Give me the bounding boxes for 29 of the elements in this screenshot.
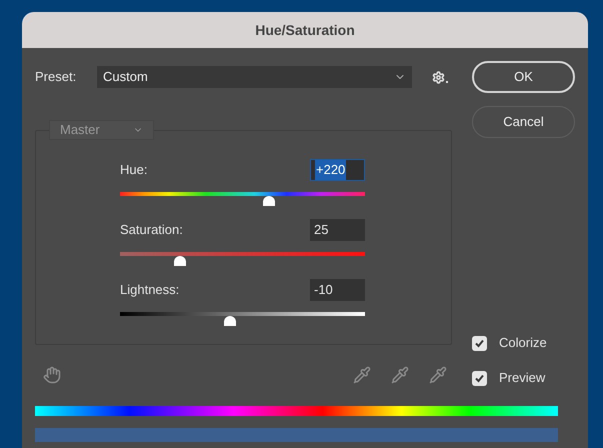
eyedropper-icon[interactable] <box>353 366 371 384</box>
preset-value: Custom <box>103 68 148 86</box>
window-title: Hue/Saturation <box>255 20 355 40</box>
slider-thumb[interactable] <box>224 316 236 326</box>
checkbox-label: Colorize <box>499 334 547 352</box>
value-text: 25 <box>314 221 328 240</box>
checkbox[interactable] <box>472 336 487 350</box>
value-field[interactable]: -10 <box>310 279 365 301</box>
slider-thumb[interactable] <box>263 196 276 206</box>
value-text: +220 <box>315 160 346 180</box>
checkmark-icon <box>474 372 485 384</box>
slider-label: Hue: <box>120 161 148 180</box>
value-text: -10 <box>314 281 333 300</box>
checkmark-icon <box>474 338 485 348</box>
slider-thumb[interactable] <box>174 256 186 266</box>
preset-label: Preset: <box>35 68 78 86</box>
dialog-button[interactable]: OK <box>472 61 575 93</box>
hand-icon[interactable] <box>43 366 61 384</box>
preset-dropdown[interactable]: Custom <box>97 66 412 88</box>
value-field[interactable]: 25 <box>310 219 365 241</box>
slider-label: Lightness: <box>120 281 180 300</box>
checkbox-label: Preview <box>499 369 546 388</box>
value-field[interactable]: +220 <box>310 159 365 181</box>
eyedropper-plus-icon[interactable] <box>391 366 409 384</box>
settings-icon[interactable] <box>432 70 448 84</box>
dialog-button[interactable]: Cancel <box>472 106 575 138</box>
slider-label: Saturation: <box>120 221 183 240</box>
eyedropper-minus-icon[interactable] <box>429 366 447 384</box>
checkbox[interactable] <box>472 370 487 386</box>
